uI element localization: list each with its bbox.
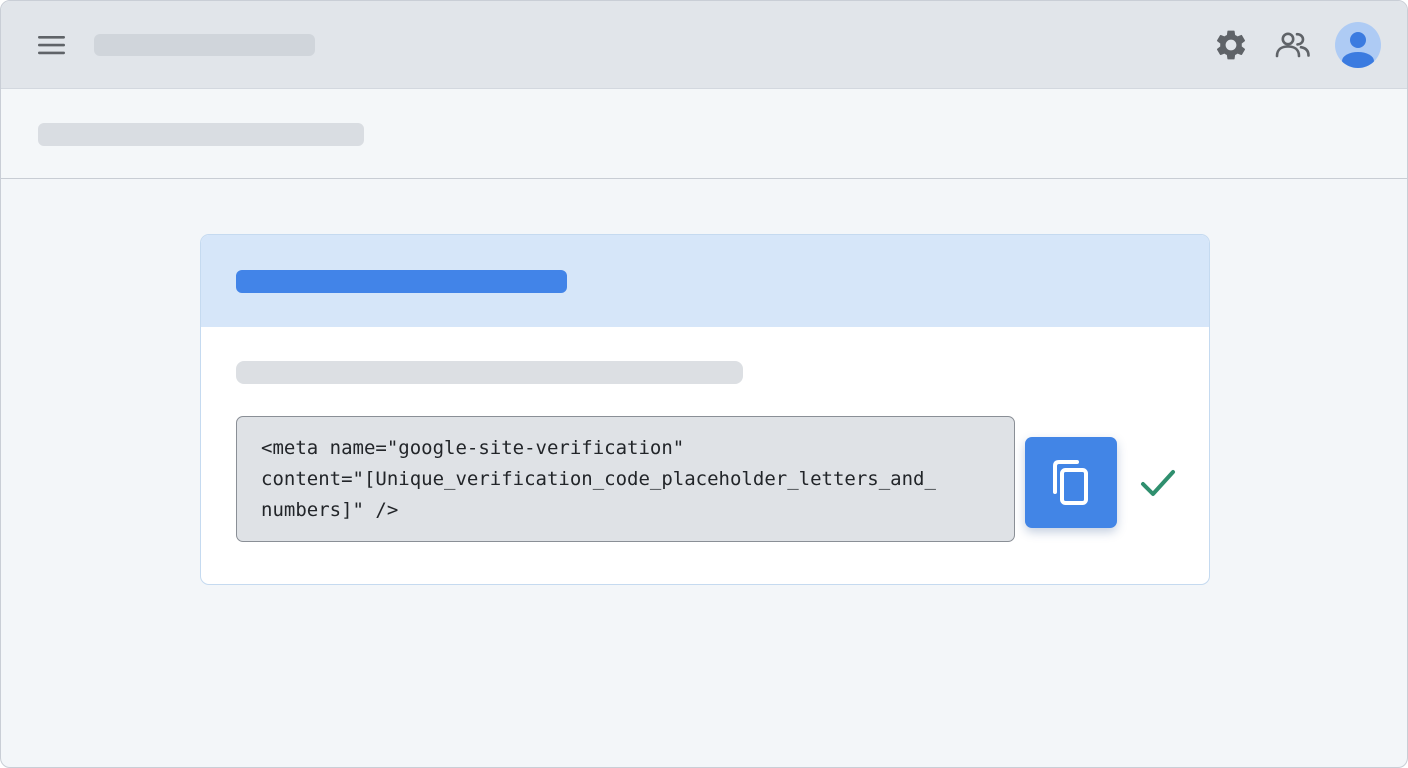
copy-icon (1053, 459, 1088, 505)
people-button[interactable] (1271, 23, 1315, 67)
page-header (1, 89, 1407, 179)
app-title-placeholder (94, 34, 315, 56)
verification-code-box[interactable]: <meta name="google-site-verification" co… (236, 416, 1015, 542)
settings-button[interactable] (1209, 23, 1253, 67)
main-menu-button[interactable] (31, 27, 73, 63)
gear-icon (1216, 30, 1246, 60)
top-app-bar (1, 1, 1407, 89)
people-icon (1275, 32, 1310, 58)
code-line: numbers]" /> (261, 498, 399, 521)
code-text: <meta name="google-site-verification" co… (261, 433, 936, 526)
app-window: <meta name="google-site-verification" co… (0, 0, 1408, 768)
hamburger-menu-icon (38, 36, 65, 55)
verification-card: <meta name="google-site-verification" co… (200, 234, 1210, 585)
code-line: <meta name="google-site-verification" (261, 436, 685, 459)
card-header (201, 235, 1209, 327)
copy-button[interactable] (1025, 437, 1117, 528)
card-title-placeholder (236, 270, 567, 293)
card-description-placeholder (236, 361, 743, 384)
checkmark-icon (1141, 470, 1175, 496)
page-title-placeholder (38, 123, 364, 146)
person-avatar-icon (1342, 32, 1374, 68)
code-line: content="[Unique_verification_code_place… (261, 467, 936, 490)
account-avatar[interactable] (1335, 22, 1381, 68)
